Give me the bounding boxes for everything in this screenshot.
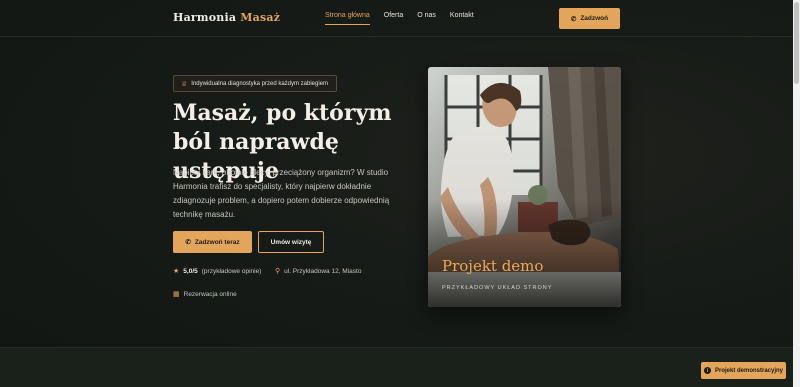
header-call-label: Zadzwoń xyxy=(580,15,609,22)
address-text: ul. Przykładowa 12, Miasto xyxy=(284,267,362,275)
call-now-button[interactable]: ✆ Zadzwoń teraz xyxy=(173,231,252,253)
phone-icon: ✆ xyxy=(570,15,577,23)
nav-item-home[interactable]: Strona główna xyxy=(325,12,370,25)
phone-icon: ✆ xyxy=(185,239,191,246)
rating-note: (przykładowe opinie) xyxy=(201,267,262,275)
nav-item-offer[interactable]: Oferta xyxy=(384,12,403,25)
nav-item-about[interactable]: O nas xyxy=(417,12,436,25)
crown-icon: ♕ xyxy=(181,80,188,88)
booking-info[interactable]: ▦ Rezerwacja online xyxy=(173,290,237,299)
address: ⚲ ul. Przykładowa 12, Miasto xyxy=(275,267,362,276)
booking-text: Rezerwacja online xyxy=(183,290,237,298)
call-now-label: Zadzwoń teraz xyxy=(194,238,240,246)
map-pin-icon: ⚲ xyxy=(275,268,281,275)
calendar-icon: ▦ xyxy=(173,291,180,298)
hero-lead: Napięty kark, obolałe plecy, przeciążony… xyxy=(173,168,390,219)
card-subtitle: PRZYKŁADOWY UKŁAD STRONY xyxy=(442,285,553,291)
demo-project-badge[interactable]: i Projekt demonstracyjny xyxy=(701,362,786,379)
demo-badge-label: Projekt demonstracyjny xyxy=(714,367,784,374)
next-section xyxy=(0,347,793,387)
star-icon: ★ xyxy=(173,268,180,275)
badge-text: Indywidualna diagnostyka przed każdym za… xyxy=(191,80,329,87)
hero-photo-card: Projekt demo PRZYKŁADOWY UKŁAD STRONY xyxy=(428,67,621,307)
brand-logo[interactable]: Harmonia Masaż xyxy=(173,11,280,24)
diagnostics-badge: ♕ Indywidualna diagnostyka przed każdym … xyxy=(173,75,338,92)
info-icon: i xyxy=(703,367,711,374)
card-title: Projekt demo xyxy=(442,257,544,275)
rating: ★ 5,0/5 (przykładowe opinie) xyxy=(173,267,262,276)
brand-main: Harmonia xyxy=(173,11,237,24)
book-visit-button[interactable]: Umów wizytę xyxy=(258,231,324,253)
site-header: Harmonia Masaż Strona główna Oferta O na… xyxy=(0,0,793,37)
page: Harmonia Masaż Strona główna Oferta O na… xyxy=(0,0,800,387)
brand-accent: Masaż xyxy=(240,11,281,24)
book-visit-label: Umów wizytę xyxy=(270,238,312,246)
rating-value: 5,0/5 xyxy=(183,267,198,275)
nav-item-contact[interactable]: Kontakt xyxy=(450,12,474,25)
main-nav: Strona główna Oferta O nas Kontakt xyxy=(325,12,474,25)
scrollbar-thumb[interactable] xyxy=(794,2,799,84)
header-call-button[interactable]: ✆ Zadzwoń xyxy=(559,8,620,29)
